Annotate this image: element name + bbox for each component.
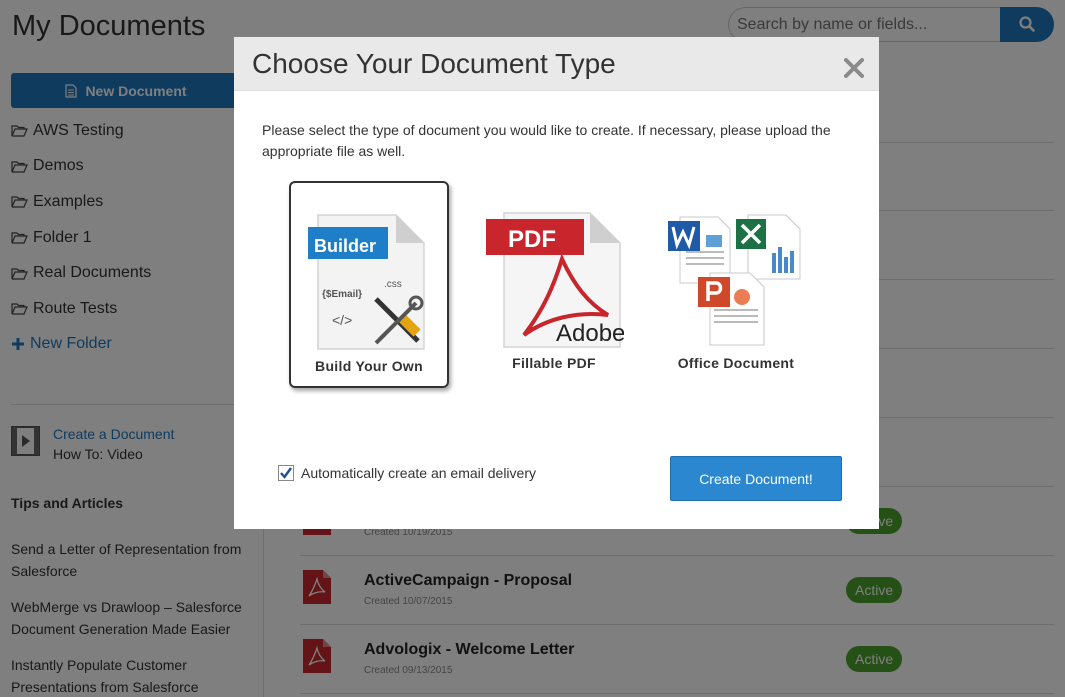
- email-snippet: {$Email}: [322, 289, 362, 300]
- office-files-icon: [668, 214, 801, 346]
- code-snippet: </>: [332, 312, 352, 328]
- build-your-own-option[interactable]: Builder .css {$Email} </> Build Your Own: [289, 181, 449, 388]
- auto-email-label: Automatically create an email delivery: [301, 465, 536, 481]
- office-document-label: Office Document: [677, 355, 795, 371]
- css-snippet: .css: [384, 279, 402, 290]
- pdf-file-icon: PDF Adobe: [486, 212, 624, 348]
- auto-email-option[interactable]: Automatically create an email delivery: [278, 465, 536, 481]
- fillable-pdf-option[interactable]: PDF Adobe Fillable PDF: [474, 181, 634, 388]
- close-button[interactable]: [840, 55, 868, 83]
- modal-title: Choose Your Document Type: [252, 48, 616, 79]
- fillable-pdf-label: Fillable PDF: [512, 355, 596, 371]
- modal-instructions: Please select the type of document you w…: [262, 122, 831, 159]
- auto-email-checkbox[interactable]: [278, 465, 294, 481]
- check-icon: [280, 467, 292, 479]
- close-icon: [844, 57, 864, 78]
- create-document-button[interactable]: Create Document!: [670, 456, 842, 501]
- modal-header: Choose Your Document Type: [234, 37, 879, 91]
- pdf-badge: PDF: [508, 226, 556, 253]
- adobe-brand: Adobe: [556, 320, 624, 347]
- office-document-option[interactable]: Office Document: [656, 181, 816, 388]
- build-your-own-label: Build Your Own: [315, 358, 423, 374]
- builder-file-icon: Builder .css {$Email} </>: [308, 214, 425, 350]
- document-type-modal: Choose Your Document Type Please select …: [234, 37, 879, 529]
- builder-badge: Builder: [314, 236, 376, 256]
